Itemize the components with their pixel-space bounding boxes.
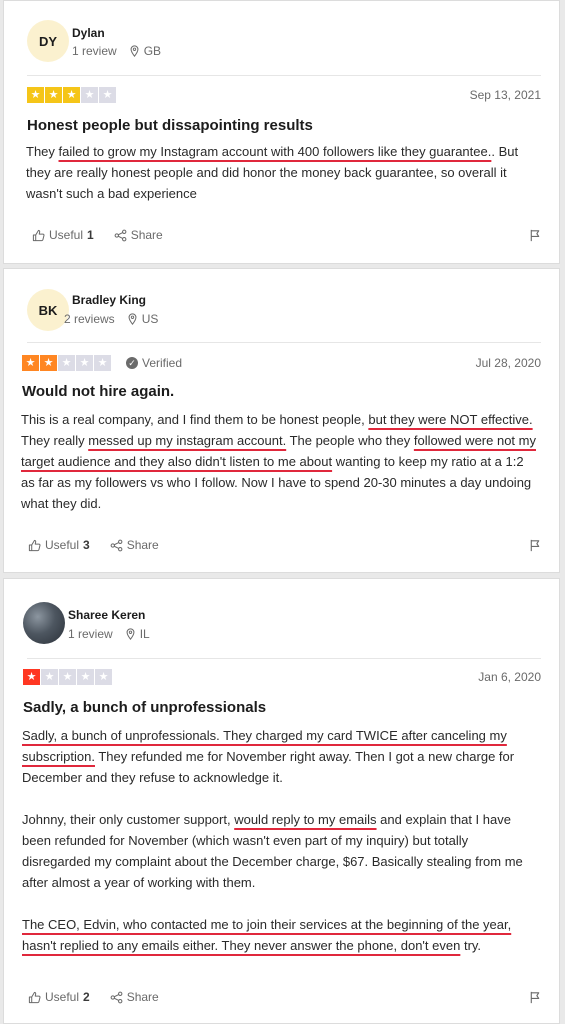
flag-icon[interactable]: [529, 991, 541, 1004]
thumbs-up-icon: [28, 991, 41, 1003]
review-paragraph: They failed to grow my Instagram account…: [26, 144, 519, 201]
star-icon: ★: [58, 355, 75, 371]
review-title[interactable]: Honest people but dissapointing results: [27, 117, 313, 134]
review-body: Sadly, a bunch of unprofessionals. They …: [22, 725, 540, 956]
star-rating: ★ ★ ★ ★ ★: [23, 669, 112, 685]
star-icon: ★: [63, 87, 80, 103]
share-icon: [110, 991, 123, 1003]
location-pin-icon: [128, 313, 137, 325]
star-icon: ★: [22, 355, 39, 371]
review-actions: Useful 1 Share: [32, 228, 163, 242]
review-card: SK Sharee Keren 1 review IL ★★★★★ Jan 6,…: [3, 578, 560, 1024]
review-body: They failed to grow my Instagram account…: [26, 141, 544, 204]
review-paragraph: This is a real company, and I find them …: [21, 412, 536, 511]
useful-count: 3: [83, 538, 90, 552]
review-actions: Useful 2 Share: [28, 990, 159, 1004]
review-count: 2 reviews: [64, 312, 115, 326]
review-title[interactable]: Sadly, a bunch of unprofessionals: [23, 699, 266, 716]
star-icon: ★: [99, 87, 116, 103]
avatar[interactable]: DY: [27, 20, 69, 62]
star-icon: ★: [81, 87, 98, 103]
reviewer-meta: 1 review GB: [72, 44, 161, 58]
star-rating: ★ ★ ★ ★ ★: [22, 355, 111, 371]
reviewer-name[interactable]: Sharee Keren: [68, 608, 145, 622]
review-date: Sep 13, 2021: [469, 88, 541, 102]
flag-icon[interactable]: [529, 539, 541, 552]
review-date: Jul 28, 2020: [475, 356, 541, 370]
location-pin-icon: [130, 45, 139, 57]
star-icon: ★: [27, 87, 44, 103]
star-icon: ★: [41, 669, 58, 685]
star-icon: ★: [76, 355, 93, 371]
useful-button[interactable]: Useful 3: [28, 538, 90, 552]
review-actions: Useful 3 Share: [28, 538, 159, 552]
review-body: This is a real company, and I find them …: [21, 409, 539, 514]
check-circle-icon: ✓: [126, 357, 138, 369]
share-label: Share: [130, 228, 163, 242]
share-icon: [110, 539, 123, 551]
avatar[interactable]: BK: [27, 289, 69, 331]
underlined-text: would reply to my emails: [234, 812, 377, 827]
useful-label: Useful: [49, 228, 84, 242]
underlined-text: Sadly, a bunch of unprofessionals. They …: [22, 728, 507, 764]
star-icon: ★: [40, 355, 57, 371]
star-rating: ★ ★ ★ ★ ★: [27, 87, 116, 103]
underlined-text: The CEO, Edvin, who contacted me to join…: [22, 917, 512, 953]
country-code: GB: [143, 44, 162, 58]
avatar[interactable]: SK: [23, 602, 65, 644]
divider: [27, 75, 541, 76]
reviewer-name[interactable]: Dylan: [72, 26, 105, 40]
star-icon: ★: [23, 669, 40, 685]
review-count: 1 review: [68, 627, 113, 641]
review-date: Jan 6, 2020: [478, 670, 541, 684]
reviewer-location: IL: [125, 627, 150, 641]
underlined-text: failed to grow my Instagram account with…: [58, 144, 492, 159]
reviewer-meta: 1 review IL: [68, 627, 150, 641]
verified-badge: ✓ Verified: [126, 356, 182, 370]
divider: [27, 342, 541, 343]
reviewer-meta: 2 reviews US: [64, 312, 158, 326]
share-label: Share: [126, 990, 159, 1004]
reviewer-location: US: [127, 312, 159, 326]
thumbs-up-icon: [32, 229, 45, 241]
useful-label: Useful: [45, 990, 80, 1004]
underlined-text: messed up my instagram account.: [88, 433, 287, 448]
verified-label: Verified: [142, 356, 183, 370]
reviewer-name[interactable]: Bradley King: [72, 293, 146, 307]
country-code: IL: [139, 627, 150, 641]
review-paragraph: Sadly, a bunch of unprofessionals. They …: [22, 728, 515, 785]
reviewer-location: GB: [129, 44, 161, 58]
share-label: Share: [126, 538, 159, 552]
useful-button[interactable]: Useful 2: [28, 990, 90, 1004]
review-card: BK Bradley King 2 reviews US ★ ★ ★ ★ ★ ✓ Ver…: [3, 268, 560, 573]
share-icon: [114, 229, 127, 241]
useful-label: Useful: [45, 538, 80, 552]
star-icon: ★: [45, 87, 62, 103]
share-button[interactable]: Share: [110, 538, 159, 552]
country-code: US: [141, 312, 159, 326]
useful-count: 1: [87, 228, 94, 242]
useful-button[interactable]: Useful 1: [32, 228, 94, 242]
thumbs-up-icon: [28, 539, 41, 551]
useful-count: 2: [83, 990, 90, 1004]
location-pin-icon: [126, 628, 135, 640]
flag-icon[interactable]: [529, 229, 541, 242]
star-icon: ★: [95, 669, 112, 685]
share-button[interactable]: Share: [110, 990, 159, 1004]
underlined-text: but they were NOT effective.: [368, 412, 533, 427]
star-icon: ★: [94, 355, 111, 371]
star-icon: ★: [77, 669, 94, 685]
review-paragraph: Johnny, their only customer support, wou…: [22, 812, 523, 890]
review-card: DY Dylan 1 review GB ★ ★ ★ ★ ★ Sep 13, 2021 …: [3, 0, 560, 264]
share-button[interactable]: Share: [114, 228, 163, 242]
review-title[interactable]: Would not hire again.: [22, 383, 174, 400]
divider: [27, 658, 541, 659]
star-icon: ★: [59, 669, 76, 685]
review-paragraph: The CEO, Edvin, who contacted me to join…: [22, 917, 512, 953]
review-count: 1 review: [72, 44, 117, 58]
